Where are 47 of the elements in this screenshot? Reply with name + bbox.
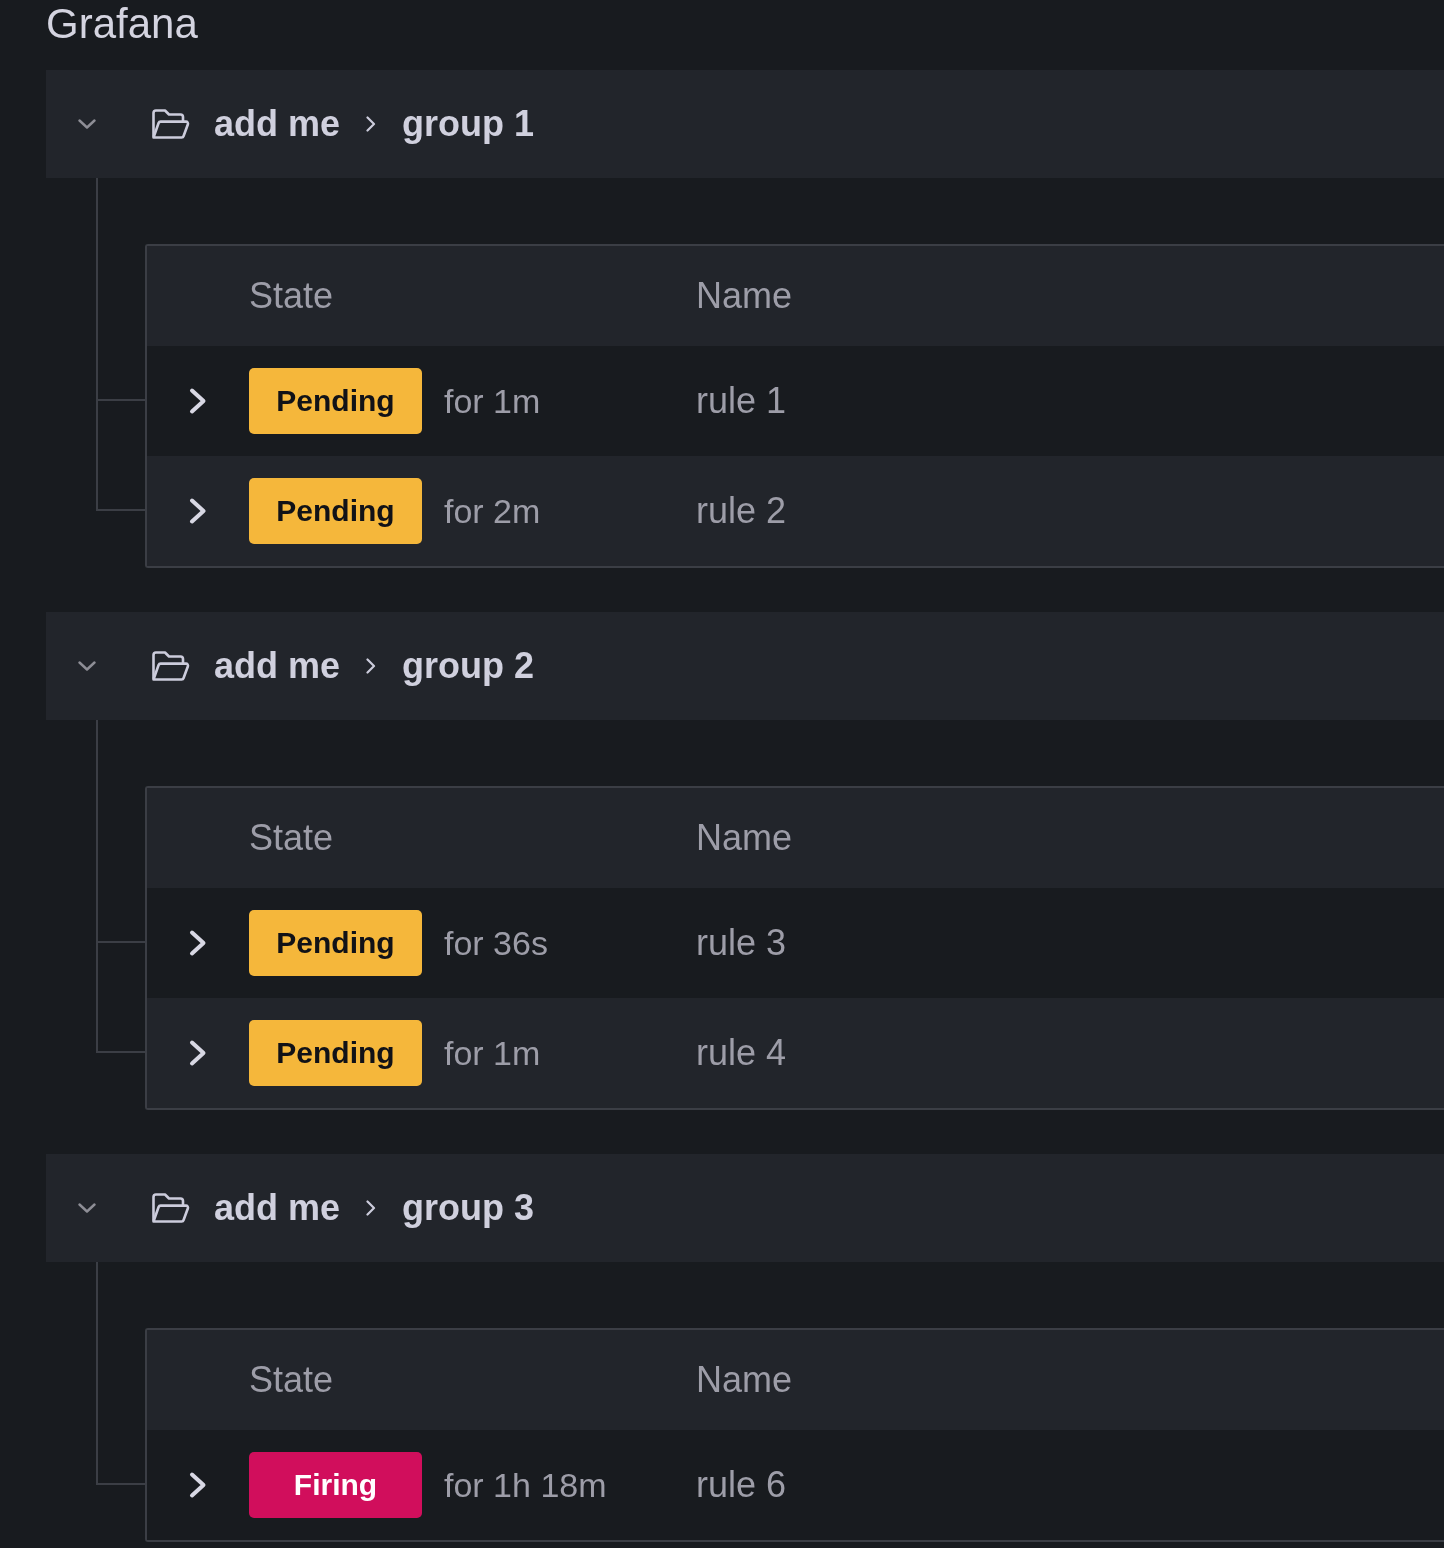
rule-name: rule 6 [696, 1464, 787, 1505]
rule-name: rule 3 [696, 922, 787, 963]
chevron-right-icon [188, 929, 208, 957]
chevron-right-icon [366, 116, 377, 132]
group-name: group 2 [402, 644, 535, 688]
expand-button[interactable] [188, 1039, 208, 1067]
folder-icon [150, 107, 190, 141]
chevron-right-icon [188, 387, 208, 415]
rule-name: rule 1 [696, 380, 787, 421]
rule-name: rule 4 [696, 1032, 787, 1073]
folder-icon [150, 649, 190, 683]
chevron-right-icon [188, 1039, 208, 1067]
chevron-down-icon [78, 119, 96, 129]
folder-name: add me [214, 102, 341, 146]
folder-icon [150, 1191, 190, 1225]
duration-text: for 1h 18m [444, 1465, 607, 1505]
column-header: Name [696, 817, 793, 859]
rule-name: rule 2 [696, 490, 787, 531]
folder-name: add me [214, 1186, 341, 1230]
expand-button[interactable] [188, 929, 208, 957]
group-name: group 1 [402, 102, 535, 146]
chevron-down-icon [78, 661, 96, 671]
state-badge: Pending [249, 368, 422, 434]
duration-text: for 1m [444, 381, 541, 421]
expand-button[interactable] [188, 1471, 208, 1499]
folder-name: add me [214, 644, 341, 688]
column-header: State [249, 275, 334, 317]
chevron-right-icon [188, 1471, 208, 1499]
state-badge: Pending [249, 478, 422, 544]
duration-text: for 2m [444, 491, 541, 531]
chevron-down-icon [78, 1203, 96, 1213]
duration-text: for 1m [444, 1033, 541, 1073]
group-name: group 3 [402, 1186, 535, 1230]
column-header: State [249, 1359, 334, 1401]
state-badge: Firing [249, 1452, 422, 1518]
column-header: Name [696, 275, 793, 317]
column-header: Name [696, 1359, 793, 1401]
expand-button[interactable] [188, 387, 208, 415]
chevron-right-icon [188, 497, 208, 525]
column-header: State [249, 817, 334, 859]
state-badge: Pending [249, 910, 422, 976]
chevron-right-icon [366, 658, 377, 674]
state-badge: Pending [249, 1020, 422, 1086]
expand-button[interactable] [188, 497, 208, 525]
datasource-title: Grafana [46, 0, 198, 49]
chevron-right-icon [366, 1200, 377, 1216]
duration-text: for 36s [444, 923, 548, 963]
